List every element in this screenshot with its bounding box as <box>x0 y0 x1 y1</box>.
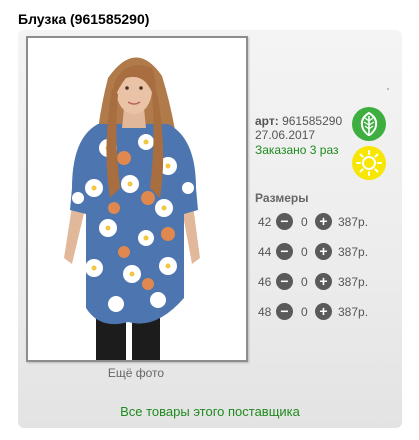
size-quantity: 0 <box>301 245 308 259</box>
sun-icon <box>352 146 386 180</box>
size-label: 44 <box>258 245 272 259</box>
product-card: Ещё фото арт: 961585290 27.06.2017 Заказ… <box>18 30 402 428</box>
size-price: 387р. <box>338 245 369 259</box>
size-label: 42 <box>258 215 272 229</box>
size-price: 387р. <box>338 215 369 229</box>
product-title: Блузка (961585290) <box>18 11 150 27</box>
plus-icon[interactable]: + <box>315 213 332 230</box>
size-quantity: 0 <box>301 305 308 319</box>
sizes-heading: Размеры <box>255 191 309 205</box>
leaf-icon <box>352 107 386 141</box>
plus-icon[interactable]: + <box>315 243 332 260</box>
minus-icon[interactable]: − <box>276 303 293 320</box>
size-quantity: 0 <box>301 275 308 289</box>
minus-icon[interactable]: − <box>276 243 293 260</box>
size-price: 387р. <box>338 275 369 289</box>
supplier-products-link[interactable]: Все товары этого поставщика <box>18 404 402 419</box>
ordered-count: Заказано 3 раз <box>255 143 339 157</box>
size-quantity: 0 <box>301 215 308 229</box>
minus-icon[interactable]: − <box>276 273 293 290</box>
size-label: 48 <box>258 305 272 319</box>
more-photo-link[interactable]: Ещё фото <box>18 366 254 380</box>
model-photo-image <box>28 38 246 360</box>
product-date: 27.06.2017 <box>255 128 316 142</box>
article-number: арт: 961585290 <box>255 114 342 128</box>
article-value: 961585290 <box>282 114 343 128</box>
size-price: 387р. <box>338 305 369 319</box>
separator-dot <box>387 88 389 90</box>
plus-icon[interactable]: + <box>315 273 332 290</box>
size-label: 46 <box>258 275 272 289</box>
plus-icon[interactable]: + <box>315 303 332 320</box>
minus-icon[interactable]: − <box>276 213 293 230</box>
article-label: арт: <box>255 114 279 128</box>
product-photo[interactable] <box>26 36 248 362</box>
